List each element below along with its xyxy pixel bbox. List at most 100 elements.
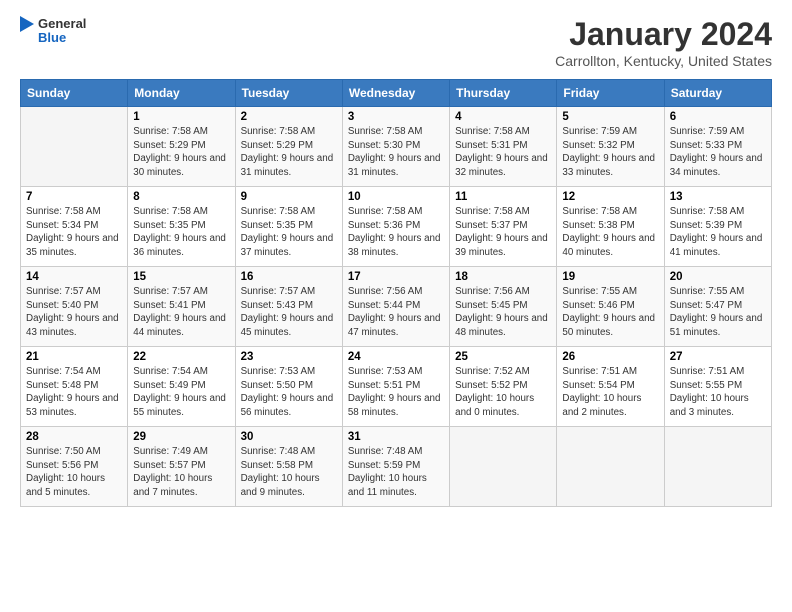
calendar-cell: 17 Sunrise: 7:56 AMSunset: 5:44 PMDayligh… xyxy=(342,267,449,347)
day-number: 4 xyxy=(455,111,551,123)
calendar-week-row: 21 Sunrise: 7:54 AMSunset: 5:48 PMDayligh… xyxy=(21,347,772,427)
logo: General Blue xyxy=(20,16,86,46)
month-title: January 2024 xyxy=(555,16,772,53)
day-info: Sunrise: 7:56 AMSunset: 5:44 PMDaylight:… xyxy=(348,285,444,340)
day-info: Sunrise: 7:58 AMSunset: 5:37 PMDaylight:… xyxy=(455,205,551,260)
weekday-header-sunday: Sunday xyxy=(21,80,128,107)
day-number: 12 xyxy=(562,191,658,203)
day-info: Sunrise: 7:50 AMSunset: 5:56 PMDaylight:… xyxy=(26,445,122,500)
calendar-cell: 20 Sunrise: 7:55 AMSunset: 5:47 PMDayligh… xyxy=(664,267,771,347)
day-number: 13 xyxy=(670,191,766,203)
calendar-cell: 6 Sunrise: 7:59 AMSunset: 5:33 PMDaylight… xyxy=(664,107,771,187)
day-number: 21 xyxy=(26,351,122,363)
calendar-cell: 5Sunrise: 7:59 AMSunset: 5:32 PMDaylight… xyxy=(557,107,664,187)
calendar-cell: 11 Sunrise: 7:58 AMSunset: 5:37 PMDayligh… xyxy=(450,187,557,267)
day-number: 3 xyxy=(348,111,444,123)
day-info: Sunrise: 7:58 AMSunset: 5:31 PMDaylight:… xyxy=(455,125,551,180)
location-title: Carrollton, Kentucky, United States xyxy=(555,53,772,69)
weekday-header-friday: Friday xyxy=(557,80,664,107)
day-number: 31 xyxy=(348,431,444,443)
day-number: 18 xyxy=(455,271,551,283)
calendar-cell: 30 Sunrise: 7:48 AMSunset: 5:58 PMDayligh… xyxy=(235,427,342,507)
calendar-cell: 8Sunrise: 7:58 AMSunset: 5:35 PMDaylight… xyxy=(128,187,235,267)
calendar-cell: 27Sunrise: 7:51 AMSunset: 5:55 PMDayligh… xyxy=(664,347,771,427)
title-area: January 2024 Carrollton, Kentucky, Unite… xyxy=(555,16,772,69)
calendar-header: SundayMondayTuesdayWednesdayThursdayFrid… xyxy=(21,80,772,107)
calendar-cell: 23 Sunrise: 7:53 AMSunset: 5:50 PMDayligh… xyxy=(235,347,342,427)
day-number: 6 xyxy=(670,111,766,123)
calendar-cell: 19 Sunrise: 7:55 AMSunset: 5:46 PMDayligh… xyxy=(557,267,664,347)
calendar-cell: 15 Sunrise: 7:57 AMSunset: 5:41 PMDayligh… xyxy=(128,267,235,347)
day-info: Sunrise: 7:57 AMSunset: 5:43 PMDaylight:… xyxy=(241,285,337,340)
day-number: 9 xyxy=(241,191,337,203)
day-number: 15 xyxy=(133,271,229,283)
calendar-cell: 7Sunrise: 7:58 AMSunset: 5:34 PMDaylight… xyxy=(21,187,128,267)
day-info: Sunrise: 7:58 AMSunset: 5:35 PMDaylight:… xyxy=(133,205,229,260)
calendar-cell: 2 Sunrise: 7:58 AMSunset: 5:29 PMDaylight… xyxy=(235,107,342,187)
day-number: 29 xyxy=(133,431,229,443)
weekday-header-wednesday: Wednesday xyxy=(342,80,449,107)
day-info: Sunrise: 7:59 AMSunset: 5:32 PMDaylight:… xyxy=(562,125,658,180)
logo-triangle-icon xyxy=(20,16,34,46)
calendar-cell: 12 Sunrise: 7:58 AMSunset: 5:38 PMDayligh… xyxy=(557,187,664,267)
calendar-cell: 14Sunrise: 7:57 AMSunset: 5:40 PMDayligh… xyxy=(21,267,128,347)
calendar-cell: 25 Sunrise: 7:52 AMSunset: 5:52 PMDayligh… xyxy=(450,347,557,427)
day-number: 22 xyxy=(133,351,229,363)
day-number: 14 xyxy=(26,271,122,283)
calendar-week-row: 1Sunrise: 7:58 AMSunset: 5:29 PMDaylight… xyxy=(21,107,772,187)
calendar-cell: 18Sunrise: 7:56 AMSunset: 5:45 PMDayligh… xyxy=(450,267,557,347)
day-number: 25 xyxy=(455,351,551,363)
calendar-cell: 29 Sunrise: 7:49 AMSunset: 5:57 PMDayligh… xyxy=(128,427,235,507)
calendar-cell xyxy=(21,107,128,187)
day-info: Sunrise: 7:48 AMSunset: 5:58 PMDaylight:… xyxy=(241,445,337,500)
day-info: Sunrise: 7:52 AMSunset: 5:52 PMDaylight:… xyxy=(455,365,551,420)
day-number: 30 xyxy=(241,431,337,443)
day-info: Sunrise: 7:58 AMSunset: 5:30 PMDaylight:… xyxy=(348,125,444,180)
day-number: 11 xyxy=(455,191,551,203)
day-number: 19 xyxy=(562,271,658,283)
logo-text: General Blue xyxy=(38,17,86,46)
calendar-cell: 24 Sunrise: 7:53 AMSunset: 5:51 PMDayligh… xyxy=(342,347,449,427)
day-number: 28 xyxy=(26,431,122,443)
weekday-header-saturday: Saturday xyxy=(664,80,771,107)
day-info: Sunrise: 7:49 AMSunset: 5:57 PMDaylight:… xyxy=(133,445,229,500)
weekday-header-tuesday: Tuesday xyxy=(235,80,342,107)
day-info: Sunrise: 7:58 AMSunset: 5:29 PMDaylight:… xyxy=(241,125,337,180)
day-info: Sunrise: 7:57 AMSunset: 5:41 PMDaylight:… xyxy=(133,285,229,340)
logo-general-text: General xyxy=(38,17,86,31)
calendar-cell: 22 Sunrise: 7:54 AMSunset: 5:49 PMDayligh… xyxy=(128,347,235,427)
logo-blue-text: Blue xyxy=(38,31,86,45)
day-info: Sunrise: 7:53 AMSunset: 5:50 PMDaylight:… xyxy=(241,365,337,420)
weekday-row: SundayMondayTuesdayWednesdayThursdayFrid… xyxy=(21,80,772,107)
calendar-cell xyxy=(450,427,557,507)
calendar-cell: 16 Sunrise: 7:57 AMSunset: 5:43 PMDayligh… xyxy=(235,267,342,347)
calendar-table: SundayMondayTuesdayWednesdayThursdayFrid… xyxy=(20,79,772,507)
calendar-cell: 13Sunrise: 7:58 AMSunset: 5:39 PMDayligh… xyxy=(664,187,771,267)
day-number: 23 xyxy=(241,351,337,363)
day-info: Sunrise: 7:54 AMSunset: 5:49 PMDaylight:… xyxy=(133,365,229,420)
weekday-header-thursday: Thursday xyxy=(450,80,557,107)
day-number: 17 xyxy=(348,271,444,283)
day-number: 16 xyxy=(241,271,337,283)
day-info: Sunrise: 7:59 AMSunset: 5:33 PMDaylight:… xyxy=(670,125,766,180)
day-info: Sunrise: 7:58 AMSunset: 5:36 PMDaylight:… xyxy=(348,205,444,260)
day-info: Sunrise: 7:58 AMSunset: 5:38 PMDaylight:… xyxy=(562,205,658,260)
day-info: Sunrise: 7:55 AMSunset: 5:47 PMDaylight:… xyxy=(670,285,766,340)
day-number: 20 xyxy=(670,271,766,283)
calendar-body: 1Sunrise: 7:58 AMSunset: 5:29 PMDaylight… xyxy=(21,107,772,507)
day-info: Sunrise: 7:54 AMSunset: 5:48 PMDaylight:… xyxy=(26,365,122,420)
calendar-cell: 31Sunrise: 7:48 AMSunset: 5:59 PMDayligh… xyxy=(342,427,449,507)
calendar-cell: 1Sunrise: 7:58 AMSunset: 5:29 PMDaylight… xyxy=(128,107,235,187)
calendar-cell xyxy=(557,427,664,507)
day-number: 26 xyxy=(562,351,658,363)
day-info: Sunrise: 7:55 AMSunset: 5:46 PMDaylight:… xyxy=(562,285,658,340)
day-number: 2 xyxy=(241,111,337,123)
day-number: 24 xyxy=(348,351,444,363)
day-info: Sunrise: 7:51 AMSunset: 5:54 PMDaylight:… xyxy=(562,365,658,420)
calendar-cell: 3 Sunrise: 7:58 AMSunset: 5:30 PMDaylight… xyxy=(342,107,449,187)
calendar-cell: 10Sunrise: 7:58 AMSunset: 5:36 PMDayligh… xyxy=(342,187,449,267)
day-info: Sunrise: 7:53 AMSunset: 5:51 PMDaylight:… xyxy=(348,365,444,420)
calendar-cell: 9Sunrise: 7:58 AMSunset: 5:35 PMDaylight… xyxy=(235,187,342,267)
calendar-cell: 28 Sunrise: 7:50 AMSunset: 5:56 PMDayligh… xyxy=(21,427,128,507)
calendar-week-row: 14Sunrise: 7:57 AMSunset: 5:40 PMDayligh… xyxy=(21,267,772,347)
